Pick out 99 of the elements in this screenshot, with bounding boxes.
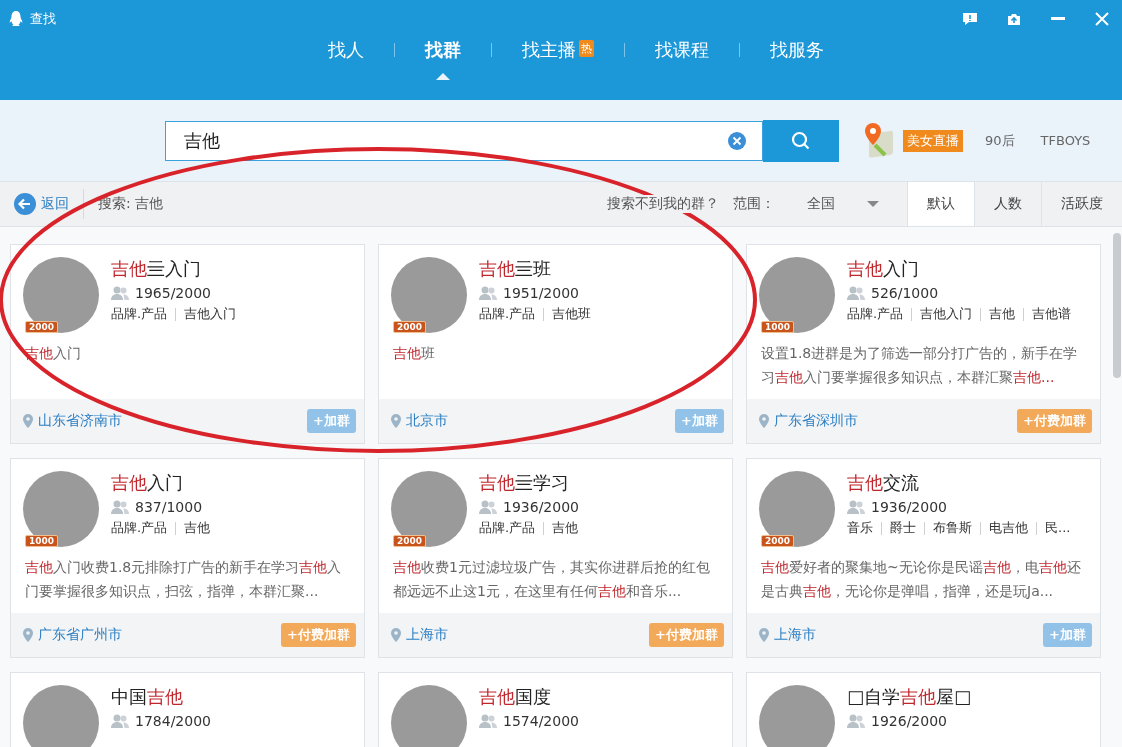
group-tag: 品牌.产品 — [479, 305, 536, 323]
group-name: □自学吉他屋□ — [847, 685, 972, 709]
member-count: 1936/2000 — [503, 499, 579, 515]
group-name: 吉他入门 — [111, 471, 184, 495]
nav-tab[interactable]: 找人 — [298, 20, 394, 80]
group-tag: 吉他入门 — [920, 305, 973, 323]
group-card[interactable]: 2000 吉他交流 1936/2000 音乐 爵士 布鲁斯 电吉他 民... 吉他爱好者的聚集地~无论你是民谣吉他，电吉他还是古典吉他，无论你是弹唱，指弹，还是玩Ja... 上海市 +加群 — [746, 458, 1101, 658]
location-pin-icon — [759, 414, 769, 428]
hot-search-link[interactable]: TFBOYS — [1036, 131, 1095, 150]
group-name: 吉他国度 — [479, 685, 552, 709]
people-icon — [111, 500, 129, 514]
group-tag: 布鲁斯 — [933, 519, 972, 537]
member-count: 837/1000 — [135, 499, 203, 515]
people-icon — [847, 286, 865, 300]
member-count: 1574/2000 — [503, 713, 579, 729]
penguin-icon — [8, 10, 24, 28]
clear-icon[interactable] — [728, 131, 746, 150]
people-icon — [847, 714, 865, 728]
tier-badge: 1000 — [761, 321, 795, 333]
tier-badge: 2000 — [25, 321, 59, 333]
group-tag: 吉他 — [184, 519, 211, 537]
member-count: 1784/2000 — [135, 713, 211, 729]
tier-badge: 2000 — [761, 535, 795, 547]
group-description: 吉他爱好者的聚集地~无论你是民谣吉他，电吉他还是古典吉他，无论你是弹唱，指弹，还是玩Ja... — [761, 558, 1082, 601]
group-card[interactable]: 1000 吉他入门 526/1000 品牌.产品 吉他入门 吉他 吉他谱 设置1.8进群是为了筛选一部分打广告的，新手在学习吉他入门要掌握很多知识点，本群汇聚吉他... 广东省深圳市 +付费加群 — [746, 244, 1101, 444]
people-icon — [479, 714, 497, 728]
people-icon — [479, 500, 497, 514]
group-description: 设置1.8进群是为了筛选一部分打广告的，新手在学习吉他入门要掌握很多知识点，本群汇聚吉他... — [761, 344, 1079, 387]
group-tag: 品牌.产品 — [111, 305, 168, 323]
location-pin-icon — [391, 628, 401, 642]
location-link[interactable]: 北京市 — [406, 412, 671, 430]
group-tag: 品牌.产品 — [847, 305, 904, 323]
tier-badge: 2000 — [393, 321, 427, 333]
group-description: 吉他班 — [393, 344, 436, 363]
location-link[interactable]: 上海市 — [406, 626, 645, 644]
location-pin-icon — [23, 628, 33, 642]
nav-tab[interactable]: 找服务 — [740, 20, 854, 80]
group-card[interactable]: □自学吉他屋□ 1926/2000 — [746, 672, 1101, 747]
sort-tab[interactable]: 默认 — [907, 182, 974, 226]
nav-tab[interactable]: 找课程 — [625, 20, 739, 80]
group-tag: 品牌.产品 — [479, 519, 536, 537]
hot-search-link[interactable]: 90后 — [981, 129, 1019, 152]
window-title: 查找 — [30, 10, 56, 28]
back-button[interactable]: 返回 — [0, 189, 84, 219]
member-count: 1936/2000 — [871, 499, 947, 515]
group-card[interactable]: 2000 吉他亖学习 1936/2000 品牌.产品 吉他 吉他收费1元过滤垃圾广告，其实你进群后抢的红包都远远不止这1元，在这里有任何吉他和音乐... 上海市 +付费加群 — [378, 458, 733, 658]
search-button[interactable] — [763, 119, 839, 162]
scrollbar-thumb[interactable] — [1112, 233, 1121, 378]
tier-badge: 1000 — [25, 535, 59, 547]
member-count: 1926/2000 — [871, 713, 947, 729]
search-query: 搜索: 吉他 — [98, 195, 164, 213]
people-icon — [847, 500, 865, 514]
search-field[interactable]: 吉他 — [165, 120, 763, 161]
group-tag: 吉他 — [552, 519, 579, 537]
hot-search-link[interactable]: 美女直播 — [903, 129, 963, 152]
group-card[interactable]: 1000 吉他入门 837/1000 品牌.产品 吉他 吉他入门收费1.8元排除打广告的新手在学习吉他入门要掌握很多知识点，扫弦，指弹，本群汇聚... 广东省广州市 +付费加群 — [10, 458, 365, 658]
group-tag: 爵士 — [890, 519, 916, 537]
group-name: 吉他亖学习 — [479, 471, 570, 495]
location-link[interactable]: 上海市 — [774, 626, 1039, 644]
people-icon — [111, 714, 129, 728]
member-count: 526/1000 — [871, 285, 939, 301]
location-pin-icon — [391, 414, 401, 428]
group-name: 中国吉他 — [111, 685, 184, 709]
member-count: 1951/2000 — [503, 285, 579, 301]
location-link[interactable]: 广东省深圳市 — [774, 412, 1013, 430]
group-name: 吉他亖班 — [479, 257, 552, 281]
group-card[interactable]: 吉他国度 1574/2000 — [378, 672, 733, 747]
people-icon — [479, 286, 497, 300]
location-pin-icon — [23, 414, 33, 428]
group-description: 吉他收费1元过滤垃圾广告，其实你进群后抢的红包都远远不止这1元，在这里有任何吉他和音乐... — [393, 558, 711, 601]
location-pin-icon — [759, 628, 769, 642]
group-tag: 品牌.产品 — [111, 519, 168, 537]
group-name: 吉他亖入门 — [111, 257, 202, 281]
location-link[interactable]: 广东省广州市 — [38, 626, 277, 644]
group-description: 吉他入门收费1.8元排除打广告的新手在学习吉他入门要掌握很多知识点，扫弦，指弹，本群汇聚... — [25, 558, 343, 601]
group-tag: 吉他入门 — [184, 305, 237, 323]
group-tag: 吉他谱 — [1032, 305, 1072, 323]
range-dropdown[interactable]: 全国 — [801, 194, 885, 214]
tier-badge: 2000 — [393, 535, 427, 547]
range-label: 范围： — [733, 195, 775, 213]
group-name: 吉他入门 — [847, 257, 920, 281]
nav-tab[interactable]: 找主播 热 — [492, 20, 624, 80]
nav-tab[interactable]: 找群 — [395, 20, 491, 80]
group-card[interactable]: 中国吉他 1784/2000 — [10, 672, 365, 747]
people-icon — [111, 286, 129, 300]
group-tag: 音乐 — [847, 519, 873, 537]
group-tag: 吉他班 — [552, 305, 592, 323]
group-tag: 电吉他 — [989, 519, 1028, 537]
group-name: 吉他交流 — [847, 471, 920, 495]
hot-badge: 热 — [579, 40, 594, 57]
caret-icon — [867, 201, 879, 207]
group-tag: 民... — [1045, 519, 1071, 537]
location-link[interactable]: 山东省济南市 — [38, 412, 303, 430]
group-card[interactable]: 2000 吉他亖班 1951/2000 品牌.产品 吉他班 吉他班 北京市 +加群 — [378, 244, 733, 444]
member-count: 1965/2000 — [135, 285, 211, 301]
search-input[interactable]: 吉他 — [182, 129, 728, 152]
group-tag: 吉他 — [989, 305, 1016, 323]
search-icon — [791, 130, 811, 151]
help-link[interactable]: 搜索不到我的群？ — [607, 195, 719, 213]
